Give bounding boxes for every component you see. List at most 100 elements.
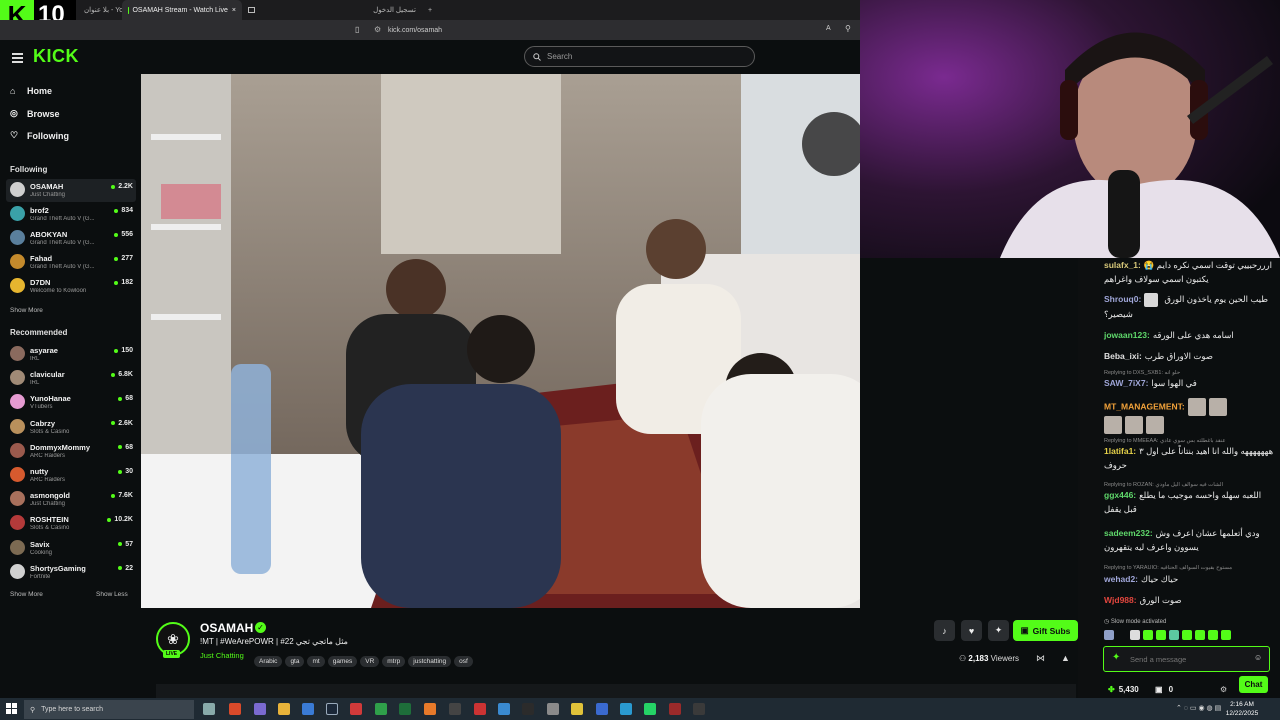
sidebar-channel-cabrzy[interactable]: Cabrzy Slots & Casino 2.6K [6,416,136,439]
chat-message-input[interactable]: ✦ ☺ [1103,646,1270,672]
bookmark-icon[interactable]: ▯ [355,25,359,34]
chat-username[interactable]: wehad2: [1104,574,1138,584]
share-icon[interactable]: ⋈ [1036,653,1045,664]
site-info-icon[interactable]: ⚙ [374,25,381,34]
chat-message[interactable]: Wjd988: صوت الورق [1104,593,1276,607]
chat-username[interactable]: sulafx_1: [1104,260,1141,270]
report-icon[interactable]: ▲ [1061,653,1070,663]
emote-icon[interactable] [1156,630,1166,640]
kick-logo[interactable]: KICK [33,46,79,67]
stream-category[interactable]: Just Chatting [200,651,244,660]
chrome-icon[interactable] [571,703,583,715]
system-tray-icons[interactable]: ⌃ ◌ ▭ ◉ ◍ ▤ [1176,704,1221,712]
app-icon-orange[interactable] [424,703,436,715]
nav-browse[interactable]: ◎ Browse [10,108,60,119]
sidebar-channel-osamah[interactable]: OSAMAH Just Chatting 2.2K [6,179,136,202]
notification-button[interactable]: ♪ [934,620,955,641]
sidebar-channel-shortysgaming[interactable]: ShortysGaming Fortnite 22 [6,561,136,584]
chat-username[interactable]: jowaan123: [1104,330,1150,340]
nav-home[interactable]: ⌂ Home [10,86,52,96]
app-icon-black[interactable] [693,703,705,715]
chat-message[interactable]: ggx446: اللعبه سهله واحسه موجيب ما يطلع ق… [1104,488,1276,516]
chat-message[interactable]: jowaan123: اسامه هدي على الورقه [1104,328,1276,342]
app-icon-red[interactable] [350,703,362,715]
app-icon-maroon[interactable] [669,703,681,715]
video-player[interactable] [141,74,860,608]
app-icon-red-2[interactable] [474,703,486,715]
emote-icon[interactable] [1195,630,1205,640]
app-icon-cyan[interactable] [620,703,632,715]
chat-username[interactable]: Beba_ixi: [1104,351,1142,361]
search-input[interactable]: Search [524,46,755,67]
app-icon[interactable] [254,703,266,715]
whatsapp-icon[interactable] [644,703,656,715]
chat-message[interactable]: Shrouq0: طيب الحين يوم ياخذون الورق شيصير… [1104,292,1276,321]
emote-icon[interactable] [1130,630,1140,640]
show-more-recommended[interactable]: Show More [10,591,43,598]
chat-settings-icon[interactable]: ⚙ [1220,685,1227,694]
new-tab-button[interactable]: + [422,0,438,20]
browser-tab-login[interactable]: تسجيل الدخول [312,0,422,20]
task-view-icon[interactable] [203,703,215,715]
stream-tag[interactable]: justchatting [408,656,452,667]
chat-username[interactable]: sadeem232: [1104,528,1153,538]
sidebar-channel-dommyxmommy[interactable]: DommyxMommy ARC Raiders 68 [6,440,136,463]
chat-username[interactable]: ggx446: [1104,490,1136,500]
stream-tag[interactable]: gta [285,656,305,667]
emote-icon[interactable] [1143,630,1153,640]
stream-tag[interactable]: VR [360,656,380,667]
app-icon-blue[interactable] [498,703,510,715]
chat-send-button[interactable]: Chat [1239,676,1268,693]
sidebar-channel-brof2[interactable]: brof2 Grand Theft Auto V (G... 834 [6,203,136,226]
sidebar-channel-yunohanae[interactable]: YunoHanae VTubers 68 [6,391,136,414]
browser-tab-3[interactable] [242,0,312,20]
gift-icon-button[interactable]: ✦ [988,620,1009,641]
excel-icon[interactable] [399,703,411,715]
browser-tab-youtube[interactable]: بلا عنوان - YouTube [78,0,122,20]
emote-picker-icon[interactable]: ✦ [1112,652,1120,663]
emote-icon[interactable] [1117,630,1127,640]
show-more-following[interactable]: Show More [10,307,43,314]
taskbar-clock[interactable]: 2:16 AM 12/22/2025 [1222,700,1262,718]
browser-tab-kick[interactable]: OSAMAH Stream - Watch Live × [122,0,242,20]
zoom-icon[interactable]: ⚲ [845,24,851,33]
sidebar-channel-clavicular[interactable]: clavicular IRL 6.8K [6,367,136,390]
chat-username[interactable]: SAW_7iX7: [1104,378,1148,388]
streamer-name[interactable]: OSAMAH [200,621,253,635]
sidebar-channel-abokyan[interactable]: ABOKYAN Grand Theft Auto V (G... 556 [6,227,136,250]
chat-message[interactable]: wehad2: حياك حياك [1104,572,1276,586]
chat-message[interactable]: MT_MANAGEMENT: [1104,398,1276,434]
sidebar-channel-d7dn[interactable]: D7DN Welcome to Kowloon 182 [6,275,136,298]
store-icon[interactable] [302,703,314,715]
chat-message[interactable]: 1latifa1: هههههههه والله انا اهيد بنتاناً… [1104,444,1276,472]
url-field[interactable]: ⚙ kick.com/osamah [368,23,818,37]
app-icon-blue-2[interactable] [596,703,608,715]
emote-icon[interactable] [1169,630,1179,640]
stream-tag[interactable]: Arabic [254,656,283,667]
translate-icon[interactable]: A [826,25,831,32]
show-less-recommended[interactable]: Show Less [96,591,128,598]
stream-tag[interactable]: mtrp [382,656,406,667]
gift-count[interactable]: ▣ 0 [1155,685,1173,694]
stream-tag[interactable]: games [327,656,358,667]
steam-icon[interactable] [326,703,338,715]
windows-start-icon[interactable] [6,703,17,714]
chat-message[interactable]: Beba_ixi: صوت الاوراق طرب [1104,349,1276,363]
chat-username[interactable]: Wjd988: [1104,595,1137,605]
chat-message[interactable]: sulafx_1: ارررحبييي توقت اسمي نكره دايم 😭… [1104,258,1276,286]
emote-icon[interactable] [1208,630,1218,640]
follow-button[interactable]: ♥ [961,620,982,641]
file-explorer-icon[interactable] [278,703,290,715]
emote-icon[interactable] [1104,630,1114,640]
app-icon-dark[interactable] [449,703,461,715]
channel-points[interactable]: ✤ 5,430 [1108,685,1139,694]
tab-close-icon[interactable]: × [232,7,236,14]
chat-username[interactable]: 1latifa1: [1104,446,1136,456]
sidebar-channel-fahad[interactable]: Fahad Grand Theft Auto V (G... 277 [6,251,136,274]
xbox-icon[interactable] [375,703,387,715]
menu-icon[interactable] [12,53,23,63]
sidebar-channel-savix[interactable]: Savix Cooking 57 [6,537,136,560]
chat-username[interactable]: Shrouq0: [1104,294,1141,304]
stream-tag[interactable]: mt [307,656,325,667]
nav-following[interactable]: ♡ Following [10,130,69,141]
